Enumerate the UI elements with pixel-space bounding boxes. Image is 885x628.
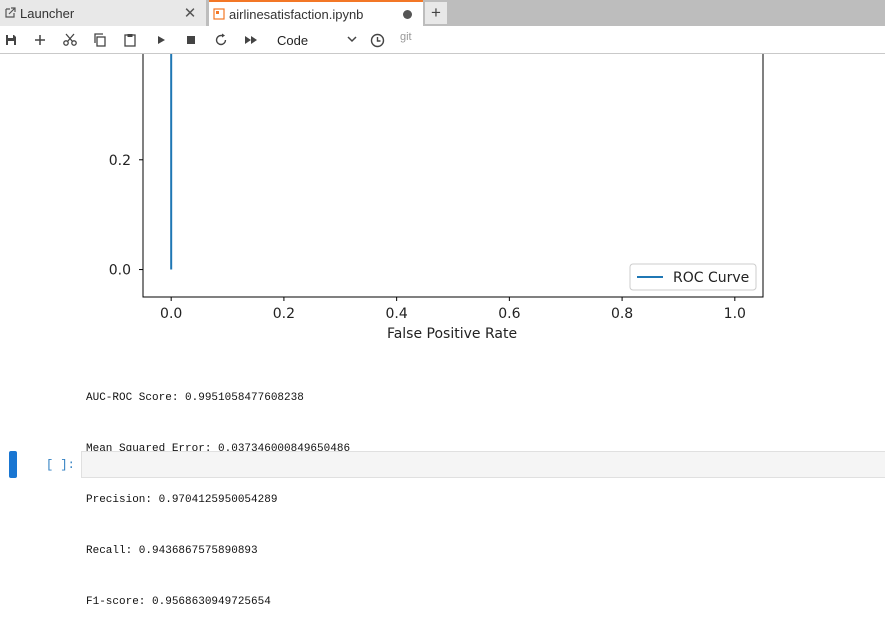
tab-bar: Launcher ✕ airlinesatisfaction.ipynb + [0, 0, 885, 26]
cell-type-label: Code [277, 32, 309, 48]
legend-label: ROC Curve [673, 270, 749, 286]
tab-launcher[interactable]: Launcher ✕ [0, 0, 207, 26]
y-tick-label: 0.2 [109, 153, 131, 169]
code-cell-input[interactable] [81, 451, 885, 478]
x-tick-label: 0.6 [498, 306, 520, 322]
output-line: AUC-ROC Score: 0.9951058477608238 [86, 392, 304, 404]
x-tick-label: 0.0 [160, 306, 182, 322]
save-icon[interactable] [0, 30, 22, 50]
run-icon[interactable] [150, 30, 172, 50]
tab-label: Launcher [20, 5, 75, 21]
cut-icon[interactable] [59, 30, 81, 50]
output-line: F1-score: 0.9568630949725654 [86, 596, 271, 608]
add-cell-icon[interactable] [29, 30, 51, 50]
x-tick-label: 0.2 [273, 306, 295, 322]
copy-icon[interactable] [89, 30, 111, 50]
new-tab-button[interactable]: + [425, 2, 447, 24]
y-tick-label: 0.0 [109, 263, 131, 279]
x-tick-label: 0.4 [386, 306, 408, 322]
tab-notebook[interactable]: airlinesatisfaction.ipynb [209, 0, 423, 26]
active-cell-indicator [9, 451, 17, 478]
roc-chart: 0.0 0.2 0.4 0.6 0.8 1.0 0.0 0.2 ROC Curve False … [109, 54, 764, 342]
cell-output: AUC-ROC Score: 0.9951058477608238 Mean S… [86, 356, 350, 628]
notebook-toolbar: Code git [0, 26, 885, 54]
cell-prompt: [ ]: [46, 458, 75, 472]
tab-label: airlinesatisfaction.ipynb [229, 6, 364, 22]
chart-layer: 0.0 0.2 0.4 0.6 0.8 1.0 0.0 0.2 ROC Curve [109, 54, 764, 322]
launcher-icon [4, 7, 16, 19]
output-line: Recall: 0.9436867575890893 [86, 545, 258, 557]
chevron-down-icon [346, 33, 358, 48]
plot-frame [142, 54, 764, 298]
git-label[interactable]: git [400, 31, 412, 43]
close-icon[interactable]: ✕ [182, 4, 198, 22]
x-tick-label: 1.0 [724, 306, 746, 322]
x-axis-label: False Positive Rate [387, 326, 517, 342]
stop-icon[interactable] [180, 30, 202, 50]
paste-icon[interactable] [119, 30, 141, 50]
restart-icon[interactable] [210, 30, 232, 50]
cell-type-select[interactable]: Code [272, 30, 358, 50]
output-line: Precision: 0.9704125950054289 [86, 494, 278, 506]
clock-icon[interactable] [366, 30, 388, 50]
fast-forward-icon[interactable] [240, 30, 262, 50]
unsaved-indicator-icon[interactable] [403, 9, 412, 19]
x-tick-label: 0.8 [611, 306, 633, 322]
notebook-icon [213, 8, 225, 20]
